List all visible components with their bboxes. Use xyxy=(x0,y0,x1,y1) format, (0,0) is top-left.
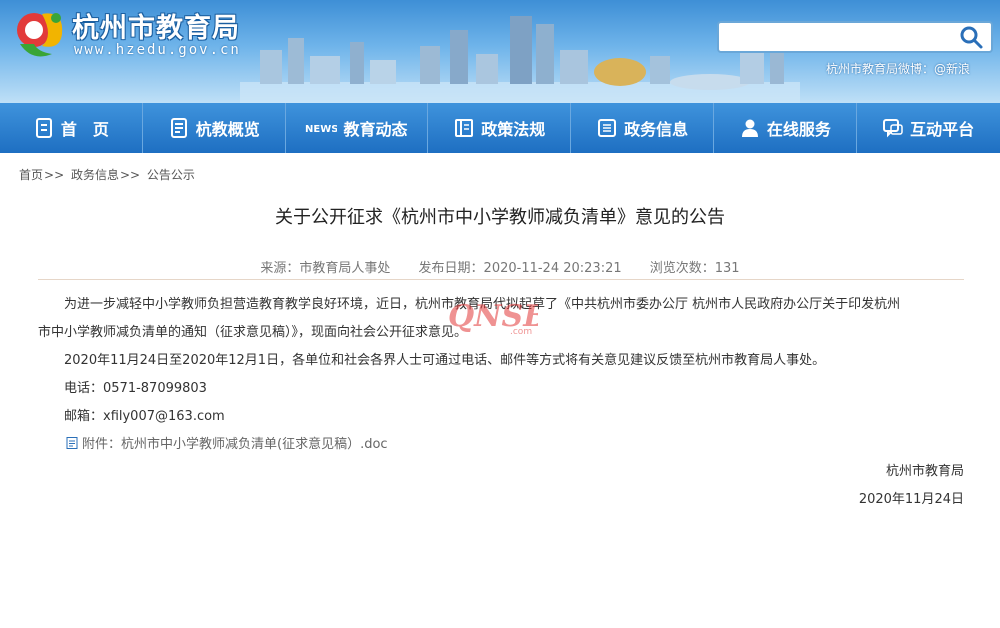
breadcrumb: 首页>> 政务信息>> 公告公示 xyxy=(19,166,195,183)
attachment-link[interactable]: 附件：杭州市中小学教师减负清单(征求意见稿）.doc xyxy=(66,433,388,452)
contact-email: 邮箱：xfily007@163.com xyxy=(64,409,225,424)
attachment-label: 附件：杭州市中小学教师减负清单(征求意见稿）.doc xyxy=(82,437,388,452)
paragraph-feedback: 2020年11月24日至2020年12月1日，各单位和社会各界人士可通过电话、邮… xyxy=(64,353,826,368)
nav-gov-info-label: 政务信息 xyxy=(624,120,689,139)
article-source: 来源：市教育局人事处 xyxy=(260,261,391,276)
contact-phone: 电话：0571-87099803 xyxy=(64,381,207,396)
nav-gov-info[interactable]: 政务信息 xyxy=(571,103,714,153)
news-icon: NEWS xyxy=(305,117,337,139)
chat-icon xyxy=(882,117,904,139)
nav-interaction-label: 互动平台 xyxy=(910,120,975,139)
site-header: 杭州市教育局 www.hzedu.gov.cn 杭州市教育局微博：@新浪 xyxy=(0,0,1000,103)
nav-policy-label: 政策法规 xyxy=(481,120,546,139)
breadcrumb-separator: >> xyxy=(119,168,141,182)
watermark-suffix: .com xyxy=(510,327,532,337)
logo-emblem-icon xyxy=(17,13,63,57)
article-title: 关于公开征求《杭州市中小学教师减负清单》意见的公告 xyxy=(275,207,725,228)
nav-news[interactable]: NEWS 教育动态 xyxy=(286,103,429,153)
book-icon xyxy=(453,117,475,139)
nav-online-service[interactable]: 在线服务 xyxy=(714,103,857,153)
watermark-logo: QNSB .com xyxy=(448,299,538,337)
city-skyline-banner xyxy=(240,16,800,103)
breadcrumb-separator: >> xyxy=(44,168,65,182)
search-icon[interactable] xyxy=(953,24,989,50)
nav-policy[interactable]: 政策法规 xyxy=(428,103,572,153)
nav-news-label: 教育动态 xyxy=(343,120,408,139)
nav-interaction[interactable]: 互动平台 xyxy=(857,103,1000,153)
search-input[interactable] xyxy=(723,27,945,49)
signature-org: 杭州市教育局 xyxy=(885,464,964,479)
doc-file-icon xyxy=(66,436,78,449)
site-logo[interactable]: 杭州市教育局 www.hzedu.gov.cn xyxy=(12,6,272,66)
article-date: 发布日期：2020-11-24 20:23:21 xyxy=(418,261,622,276)
person-icon xyxy=(739,117,761,139)
weibo-link[interactable]: 杭州市教育局微博：@新浪 xyxy=(826,60,970,77)
breadcrumb-gov-info[interactable]: 政务信息 xyxy=(71,168,119,182)
search-box xyxy=(717,21,993,53)
svg-text:NEWS: NEWS xyxy=(305,124,337,135)
nav-home-label: 首 页 xyxy=(60,120,109,139)
divider xyxy=(38,279,964,280)
signature-date: 2020年11月24日 xyxy=(858,492,964,507)
document-icon xyxy=(33,117,55,139)
article-meta: 来源：市教育局人事处 发布日期：2020-11-24 20:23:21 浏览次数… xyxy=(0,257,1000,276)
info-icon xyxy=(596,117,618,139)
list-icon xyxy=(168,117,190,139)
nav-overview-label: 杭教概览 xyxy=(195,120,260,139)
site-name: 杭州市教育局 xyxy=(72,13,240,44)
site-url: www.hzedu.gov.cn xyxy=(74,42,241,58)
breadcrumb-home[interactable]: 首页 xyxy=(19,168,43,182)
nav-overview[interactable]: 杭教概览 xyxy=(143,103,286,153)
breadcrumb-announcements[interactable]: 公告公示 xyxy=(147,168,195,182)
nav-home[interactable]: 首 页 xyxy=(0,103,143,153)
article-views: 浏览次数：131 xyxy=(649,261,740,276)
main-nav: 首 页 杭教概览 NEWS 教育动态 政策法规 政务信息 在线服务 互动平台 xyxy=(0,103,1000,153)
nav-online-service-label: 在线服务 xyxy=(766,120,831,139)
